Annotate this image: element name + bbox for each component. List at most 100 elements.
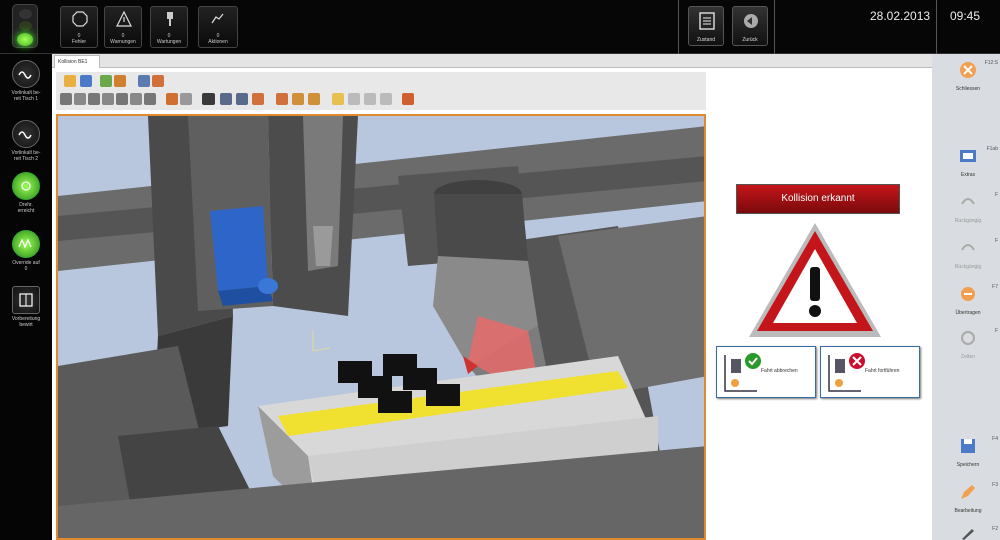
times-button[interactable]: F Zeiten: [938, 324, 998, 376]
sidebar-label: bewirt: [19, 322, 33, 328]
undo-icon: [961, 244, 975, 251]
import-icon[interactable]: [114, 75, 126, 87]
extras-icon: [960, 150, 976, 162]
sidebar-item-table1[interactable]: Vorlinkalt be-reit Tisch 1: [6, 60, 46, 112]
undo-label: Rückgängig: [954, 264, 982, 270]
extras-label: Extras: [960, 172, 976, 178]
tab-collision[interactable]: Kollision BE1: [54, 55, 100, 68]
status-button[interactable]: Zustand: [688, 6, 724, 46]
status-label: Zustand: [696, 37, 716, 43]
times-label: Zeiten: [961, 354, 975, 360]
right-softkeys: F12:S Schliessen F1ab Extras F Rückgängi…: [932, 54, 1000, 540]
sidebar-item-spindle[interactable]: Drehr. erreicht: [6, 172, 46, 224]
machine-3d-viewport[interactable]: [56, 114, 706, 540]
sidebar-label: reit Tisch 2: [13, 156, 39, 162]
paste-icon[interactable]: [380, 93, 392, 105]
spin-icon[interactable]: [308, 93, 320, 105]
maintenance-label: Wartungen: [156, 39, 182, 45]
actions-button[interactable]: 0 Aktionen: [198, 6, 238, 48]
collision-alert-banner: Kollision erkannt: [736, 184, 900, 214]
divider: [678, 0, 679, 54]
refresh-icon[interactable]: [138, 75, 150, 87]
toolbar: [56, 72, 706, 110]
undo-button[interactable]: F Rückgängig: [938, 234, 998, 286]
undo-icon: [961, 198, 975, 205]
sidebar-item-table2[interactable]: Vorlinkalt be-reit Tisch 2: [6, 120, 46, 172]
view-back-icon[interactable]: [74, 93, 86, 105]
wave-icon: [18, 71, 32, 79]
settings-icon[interactable]: [152, 75, 164, 87]
inspect-icon: [19, 293, 33, 307]
continue-travel-label: Fahrt fortführen: [865, 368, 900, 374]
override-icon: [18, 238, 32, 249]
actions-label: Aktionen: [208, 39, 228, 45]
tool-icon: [167, 12, 173, 26]
pen-icon: [962, 529, 974, 540]
close-button[interactable]: F12:S Schliessen: [938, 56, 998, 108]
warnings-button[interactable]: 0 Warnungen: [104, 6, 142, 48]
open-icon[interactable]: [64, 75, 76, 87]
extras-button[interactable]: F1ab Extras: [938, 142, 998, 194]
hand-icon: [211, 13, 224, 24]
edit-icon: [961, 485, 975, 499]
abort-travel-button[interactable]: Fahrt abbrechen: [716, 346, 816, 398]
tab-strip: Kollision BE1: [52, 54, 932, 68]
transfer-label: Übertragen: [955, 310, 981, 316]
back-button[interactable]: Zurück: [732, 6, 768, 46]
fkey-label: F4: [992, 436, 998, 442]
sidebar-item-preparation[interactable]: Vorbereitung bewirt: [6, 286, 46, 338]
spindle-icon: [21, 181, 31, 191]
errors-button[interactable]: 0 Fehler: [60, 6, 98, 48]
machine-check-icon: [724, 353, 761, 392]
measure-icon[interactable]: [202, 93, 215, 105]
wireframe-icon[interactable]: [180, 93, 192, 105]
simulate-icon[interactable]: [402, 93, 414, 105]
back-label: Zurück: [742, 37, 758, 43]
fkey-label: F1ab: [986, 146, 998, 152]
view-top-icon[interactable]: [116, 93, 128, 105]
divider: [936, 0, 937, 54]
fkey-label: F: [994, 192, 998, 198]
undo-label: Rückgängig: [954, 218, 982, 224]
close-label: Schliessen: [955, 86, 981, 92]
warning-icon: [749, 223, 881, 337]
view-right-icon[interactable]: [102, 93, 114, 105]
fkey-label: F: [994, 328, 998, 334]
edit-label: Bearbeitung: [954, 508, 982, 514]
copy-icon[interactable]: [364, 93, 376, 105]
zoom-fit-icon[interactable]: [236, 93, 248, 105]
zoom-icon[interactable]: [220, 93, 232, 105]
fkey-label: F3: [992, 482, 998, 488]
pan-icon[interactable]: [252, 93, 264, 105]
main-content: Kollision BE1 Kollision erkannt Fahrt ab…: [52, 54, 932, 540]
save-icon[interactable]: [80, 75, 92, 87]
shading-icon[interactable]: [166, 93, 178, 105]
clip-icon[interactable]: [348, 93, 360, 105]
fkey-label: F7: [992, 284, 998, 290]
view-bottom-icon[interactable]: [130, 93, 142, 105]
divider: [774, 0, 775, 54]
sidebar-label: 0: [24, 266, 28, 272]
sidebar-label: reit Tisch 1: [13, 96, 39, 102]
rotate-icon[interactable]: [276, 93, 288, 105]
section-icon[interactable]: [332, 93, 344, 105]
f2-button[interactable]: F2: [938, 522, 998, 540]
wave-icon: [18, 131, 32, 139]
view-iso-icon[interactable]: [144, 93, 156, 105]
stop-icon: [72, 11, 88, 27]
orbit-icon[interactable]: [292, 93, 304, 105]
save-button[interactable]: F4 Speichern: [938, 432, 998, 484]
sidebar-item-override[interactable]: Override auf 0: [6, 230, 46, 282]
export-icon[interactable]: [100, 75, 112, 87]
traffic-light-icon: [12, 4, 38, 48]
close-icon: [960, 62, 976, 78]
date-display: 28.02.2013: [870, 9, 931, 23]
sidebar-label: erreicht: [17, 208, 35, 214]
machine-model-image: [58, 116, 704, 538]
maintenance-button[interactable]: 0 Wartungen: [150, 6, 188, 48]
view-left-icon[interactable]: [88, 93, 100, 105]
undo-button[interactable]: F Rückgängig: [938, 188, 998, 240]
view-front-icon[interactable]: [60, 93, 72, 105]
transfer-icon: [961, 287, 975, 301]
continue-travel-button[interactable]: Fahrt fortführen: [820, 346, 920, 398]
